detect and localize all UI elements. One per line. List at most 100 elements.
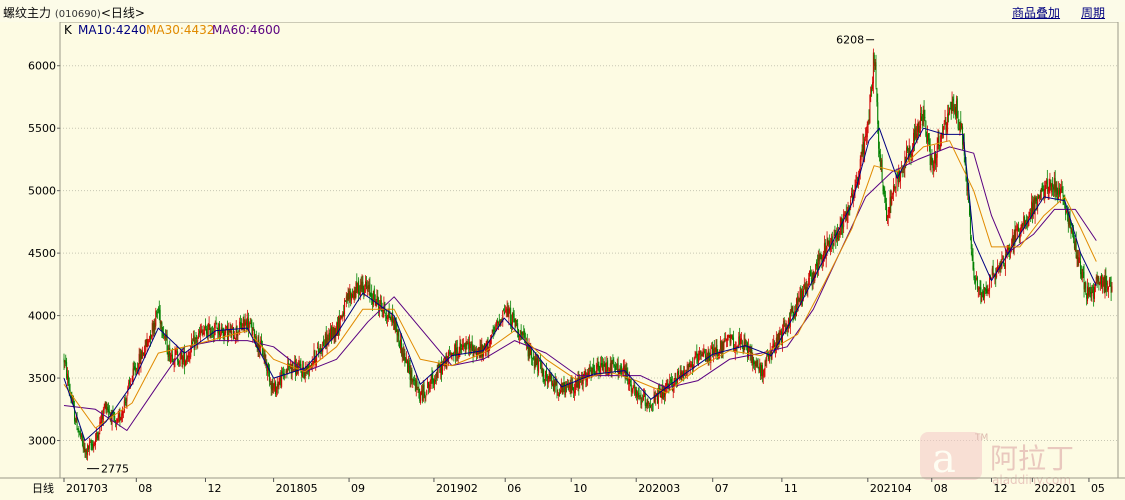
candle-body xyxy=(404,352,406,364)
candle-body xyxy=(339,318,341,328)
x-tick-label: 09 xyxy=(351,482,365,495)
candle-body xyxy=(348,290,350,300)
x-tick-label: 201805 xyxy=(276,482,318,495)
period-link[interactable]: 周期 xyxy=(1081,4,1105,21)
candle-body xyxy=(1035,197,1037,202)
candlestick-chart[interactable]: 3000 3500 4000 4500 5000 5500 6000 6208 2775 K … xyxy=(0,22,1125,500)
candle-body xyxy=(712,346,714,355)
candle-body xyxy=(932,161,934,169)
candle-body xyxy=(1072,229,1074,235)
candle-body xyxy=(984,287,986,290)
candle-body xyxy=(95,432,97,440)
candle-body xyxy=(434,378,436,385)
candle-body xyxy=(874,62,876,67)
candle-body xyxy=(705,354,707,362)
candle-body xyxy=(195,337,197,339)
candle-body xyxy=(390,318,392,320)
candle-body xyxy=(462,345,464,350)
candle-body xyxy=(796,300,798,305)
candle-body xyxy=(890,196,892,207)
candle-body xyxy=(64,361,66,363)
candle-body xyxy=(370,294,372,296)
candle-body xyxy=(878,150,880,154)
candle-body xyxy=(719,340,721,350)
candle-body xyxy=(402,349,404,359)
candle-body xyxy=(90,442,92,446)
candle-body xyxy=(230,330,232,337)
candle-body xyxy=(638,392,640,398)
candle-body xyxy=(631,391,633,393)
candle-body xyxy=(146,339,148,348)
candle-body xyxy=(534,357,536,369)
candle-body xyxy=(205,328,207,334)
candle-body xyxy=(950,108,952,111)
candle-body xyxy=(449,352,451,355)
candle-body xyxy=(652,403,654,405)
candle-body xyxy=(144,340,146,353)
candle-body xyxy=(601,363,603,370)
candle-body xyxy=(243,316,245,327)
candle-body xyxy=(677,371,679,383)
candle-body xyxy=(862,141,864,155)
candle-body xyxy=(474,348,476,352)
candle-body xyxy=(178,361,180,363)
candle-body xyxy=(856,176,858,180)
candle-body xyxy=(247,317,249,328)
candle-body xyxy=(330,326,332,340)
candle-body xyxy=(597,364,599,367)
candle-body xyxy=(365,281,367,287)
candle-body xyxy=(204,326,206,332)
candle-body xyxy=(405,361,407,363)
candle-body xyxy=(647,400,649,404)
candle-body xyxy=(906,146,908,151)
candle-body xyxy=(686,364,688,375)
commodity-overlay-link[interactable]: 商品叠加 xyxy=(1012,4,1060,21)
watermark-text: 阿拉丁 xyxy=(990,442,1074,475)
candle-body xyxy=(959,122,961,131)
candle-body xyxy=(751,349,753,363)
candle-body xyxy=(595,370,597,374)
candle-body xyxy=(215,323,217,325)
candle-body xyxy=(377,298,379,303)
candle-body xyxy=(1038,195,1040,199)
candle-body xyxy=(919,129,921,133)
candle-body xyxy=(894,186,896,190)
candle-body xyxy=(1087,286,1089,302)
candle-body xyxy=(933,165,935,171)
candle-body xyxy=(452,352,454,354)
candle-body xyxy=(1008,248,1010,250)
candle-body xyxy=(547,377,549,384)
candle-body xyxy=(143,353,145,355)
candle-body xyxy=(122,410,124,416)
candle-body xyxy=(152,323,154,332)
candle-body xyxy=(887,209,889,218)
candle-body xyxy=(207,327,209,336)
candle-body xyxy=(436,371,438,377)
candle-body xyxy=(688,362,690,370)
candle-body xyxy=(103,408,105,410)
candle-body xyxy=(989,277,991,290)
candle-body xyxy=(571,382,573,394)
candle-body xyxy=(1108,279,1110,287)
candle-body xyxy=(108,411,110,413)
candle-body xyxy=(730,334,732,344)
candle-body xyxy=(391,314,393,322)
candle-body xyxy=(1053,177,1055,190)
x-tick-label: 202003 xyxy=(638,482,680,495)
candle-body xyxy=(273,388,275,391)
candle-body xyxy=(1078,257,1080,263)
candle-body xyxy=(975,281,977,283)
candle-body xyxy=(938,136,940,146)
candle-body xyxy=(1111,286,1113,292)
candle-body xyxy=(641,402,643,404)
candle-body xyxy=(806,287,808,290)
candle-body xyxy=(643,395,645,401)
candle-body xyxy=(117,416,119,421)
candle-body xyxy=(223,332,225,337)
candle-body xyxy=(703,350,705,355)
candle-body xyxy=(148,341,150,344)
candle-body xyxy=(1062,194,1064,196)
candle-body xyxy=(561,383,563,393)
candle-body xyxy=(407,360,409,372)
candle-body xyxy=(66,362,68,379)
